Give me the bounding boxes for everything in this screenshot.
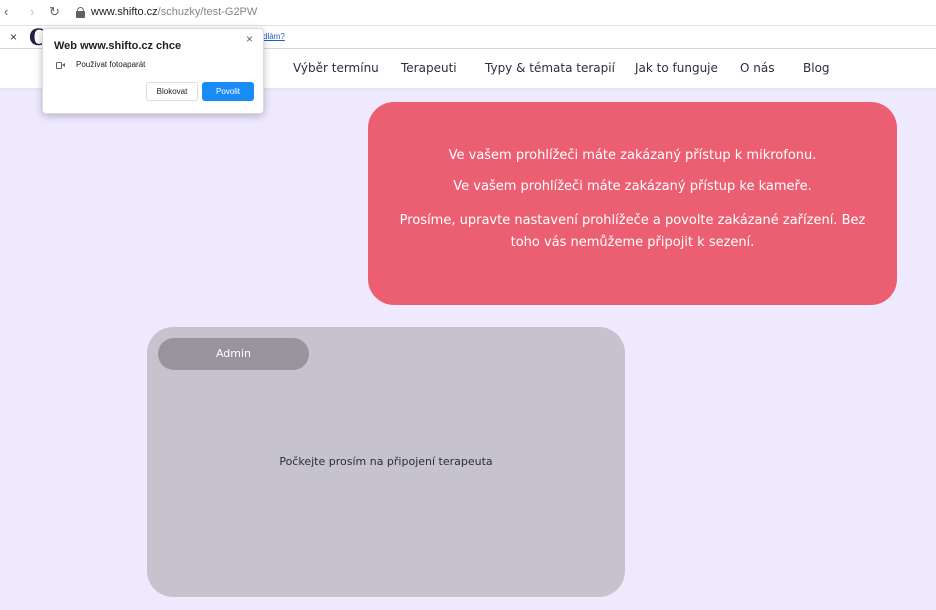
infobar-link[interactable]: dlám? bbox=[263, 32, 285, 41]
camera-blocked-message: Ve vašem prohlížeči máte zakázaný přístu… bbox=[453, 179, 812, 194]
nav-item-vyber-terminu[interactable]: Výběr termínu bbox=[293, 61, 379, 75]
nav-item-jak-to-funguje[interactable]: Jak to funguje bbox=[635, 61, 718, 75]
url-host: www.shifto.cz bbox=[91, 6, 158, 18]
reload-icon[interactable]: ↻ bbox=[49, 4, 60, 20]
settings-instruction-message: Prosíme, upravte nastavení prohlížeče a … bbox=[399, 213, 866, 250]
microphone-blocked-message: Ve vašem prohlížeči máte zakázaný přístu… bbox=[448, 148, 817, 163]
allow-button[interactable]: Povolit bbox=[202, 82, 254, 101]
popup-title: Web www.shifto.cz chce bbox=[54, 40, 182, 52]
chevron-right-icon[interactable]: › bbox=[30, 4, 34, 20]
camera-icon bbox=[56, 62, 66, 69]
url-path: /schuzky/test-G2PW bbox=[157, 6, 258, 18]
close-icon[interactable]: × bbox=[246, 32, 253, 46]
close-icon[interactable]: × bbox=[10, 30, 17, 44]
nav-item-o-nas[interactable]: O nás bbox=[740, 61, 774, 75]
nav-item-terapeuti[interactable]: Terapeuti bbox=[401, 61, 457, 75]
block-button[interactable]: Blokovat bbox=[146, 82, 198, 101]
video-tile: Admin Počkejte prosím na připojení terap… bbox=[147, 327, 625, 597]
nav-item-typy-temata[interactable]: Typy & témata terapií bbox=[485, 61, 615, 75]
browser-toolbar: ‹ › ↻ www.shifto.cz/schuzky/test-G2PW bbox=[0, 0, 936, 26]
participant-label: Admin bbox=[158, 338, 309, 370]
lock-icon[interactable] bbox=[76, 7, 85, 18]
waiting-message: Počkejte prosím na připojení terapeuta bbox=[279, 455, 493, 468]
device-access-alert: Ve vašem prohlížeči máte zakázaný přístu… bbox=[368, 102, 897, 305]
chevron-left-icon[interactable]: ‹ bbox=[4, 4, 8, 20]
nav-item-blog[interactable]: Blog bbox=[803, 61, 830, 75]
address-bar[interactable]: www.shifto.cz/schuzky/test-G2PW bbox=[91, 6, 257, 18]
permission-text: Používat fotoaparát bbox=[76, 60, 146, 69]
camera-permission-popup: Web www.shifto.cz chce × Používat fotoap… bbox=[42, 28, 264, 114]
